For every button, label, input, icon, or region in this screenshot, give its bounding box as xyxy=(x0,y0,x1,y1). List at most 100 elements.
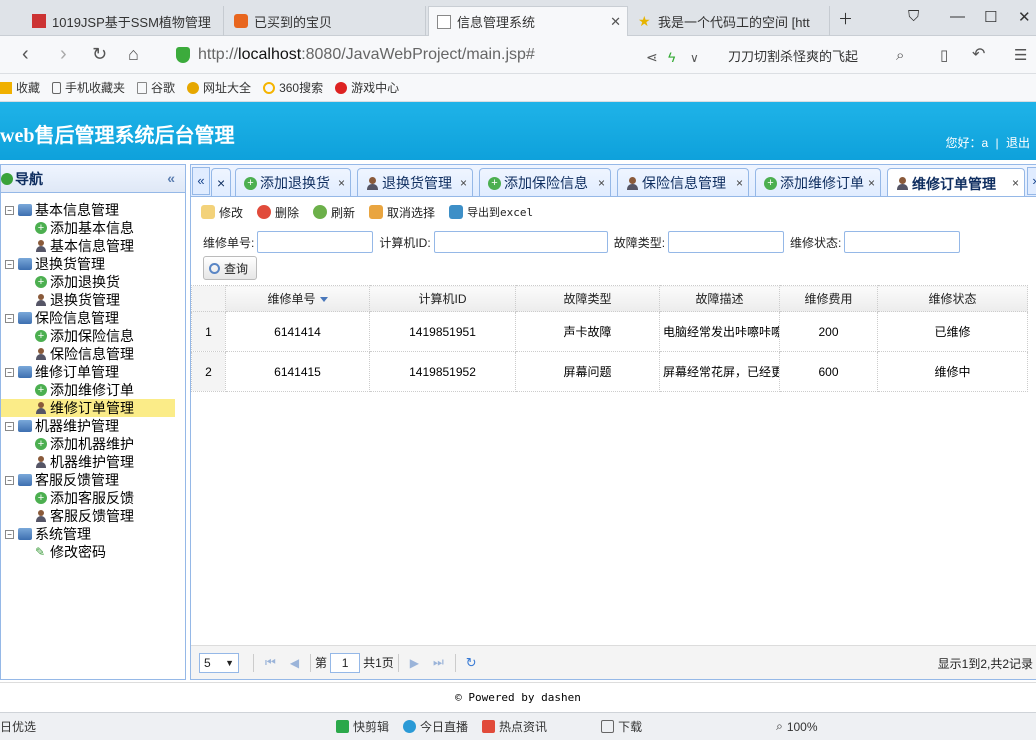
collapse-toggle-icon[interactable]: − xyxy=(5,313,14,323)
order-no-input[interactable] xyxy=(257,231,374,253)
table-row[interactable]: 1 6141414 1419851951 声卡故障 电脑经常发出咔嚓咔嚓的 20… xyxy=(191,311,1028,352)
cancel-select-button[interactable]: 取消选择 xyxy=(369,204,435,221)
undo-icon[interactable]: ↶ xyxy=(972,45,985,65)
browser-tab-2[interactable]: 已买到的宝贝 xyxy=(226,6,426,36)
minimize-icon[interactable]: — xyxy=(950,8,965,25)
menu-icon[interactable]: ☰ xyxy=(1014,46,1027,66)
collapse-toggle-icon[interactable]: − xyxy=(5,475,14,485)
refresh-icon[interactable]: ↻ xyxy=(466,655,477,671)
collapse-toggle-icon[interactable]: − xyxy=(5,205,14,215)
home-icon[interactable]: ⌂ xyxy=(128,44,139,64)
sidebar-item[interactable]: 保险信息管理 xyxy=(1,345,185,363)
close-tab-icon[interactable]: × xyxy=(1012,176,1019,190)
bookmark-mobile[interactable]: 手机收藏夹 xyxy=(52,79,125,96)
sidebar-item[interactable]: + 添加机器维护 xyxy=(1,435,185,453)
bookmark-hao[interactable]: 网址大全 xyxy=(187,79,251,96)
tab-scroll-right-icon[interactable]: » xyxy=(1027,167,1036,195)
table-row[interactable]: 2 6141415 1419851952 屏幕问题 屏幕经常花屏，已经更换 60… xyxy=(191,351,1028,392)
fault-type-input[interactable] xyxy=(668,231,785,253)
close-tab-icon[interactable]: × xyxy=(868,176,875,190)
phone-icon[interactable]: ▯ xyxy=(940,46,948,66)
last-page-icon[interactable]: ⏭ xyxy=(433,655,444,670)
bookmark-favorites[interactable]: 收藏 xyxy=(0,79,40,96)
search-input[interactable]: 刀刀切割杀怪爽的飞起 xyxy=(720,43,920,67)
sidebar-item[interactable]: + 添加客服反馈 xyxy=(1,489,185,507)
query-button[interactable]: 查询 xyxy=(203,256,257,280)
new-tab-icon[interactable]: ＋ xyxy=(838,8,853,29)
first-page-icon[interactable]: ⏮ xyxy=(265,655,276,670)
sidebar-item[interactable]: + 添加保险信息 xyxy=(1,327,185,345)
col-fault-type[interactable]: 故障类型 xyxy=(515,285,660,312)
shirt-icon[interactable]: ⛉ xyxy=(908,8,919,25)
bookmark-games[interactable]: 游戏中心 xyxy=(335,79,399,96)
content-tab[interactable]: + 添加保险信息 × xyxy=(479,168,611,196)
forward-icon[interactable]: › xyxy=(60,44,67,64)
sidebar-group[interactable]: − 基本信息管理 xyxy=(1,201,185,219)
content-tab[interactable]: 维修订单管理 × xyxy=(887,168,1025,196)
next-page-icon[interactable]: ▶ xyxy=(410,656,419,670)
sidebar-group[interactable]: − 保险信息管理 xyxy=(1,309,185,327)
search-icon[interactable]: ⌕ xyxy=(896,46,904,66)
bookmark-360[interactable]: 360搜索 xyxy=(263,79,323,96)
tab-scroll-left-icon[interactable]: « xyxy=(192,167,210,195)
sidebar-item[interactable]: 维修订单管理 xyxy=(1,399,175,417)
lightning-icon[interactable]: ϟ xyxy=(668,47,675,67)
logout-link[interactable]: 退出 xyxy=(1006,136,1030,150)
sidebar-item[interactable]: + 添加退换货 xyxy=(1,273,185,291)
share-icon[interactable]: ⋖ xyxy=(646,47,658,67)
status-input[interactable] xyxy=(844,231,961,253)
collapse-icon[interactable]: « xyxy=(167,170,175,186)
back-icon[interactable]: ‹ xyxy=(22,44,29,64)
sidebar-group[interactable]: − 退换货管理 xyxy=(1,255,185,273)
col-status[interactable]: 维修状态 xyxy=(877,285,1028,312)
col-order-no[interactable]: 维修单号 xyxy=(225,285,370,312)
sidebar-group[interactable]: − 机器维护管理 xyxy=(1,417,185,435)
status-item[interactable]: 快剪辑 xyxy=(336,718,389,735)
maximize-icon[interactable]: ☐ xyxy=(984,8,997,26)
sidebar-item[interactable]: ✎ 修改密码 xyxy=(1,543,185,561)
collapse-toggle-icon[interactable]: − xyxy=(5,421,14,431)
sidebar-item[interactable]: 机器维护管理 xyxy=(1,453,185,471)
close-window-icon[interactable]: ✕ xyxy=(1018,8,1031,26)
close-tab-icon[interactable]: × xyxy=(598,176,605,190)
close-tab-icon[interactable]: × xyxy=(338,176,345,190)
export-excel-button[interactable]: 导出到excel xyxy=(449,204,533,220)
edit-button[interactable]: 修改 xyxy=(201,204,243,221)
tab-close-icon[interactable]: × xyxy=(211,168,231,196)
sidebar-item[interactable]: 基本信息管理 xyxy=(1,237,185,255)
url-field[interactable]: http://localhost:8080/JavaWebProject/mai… xyxy=(170,42,635,68)
refresh-button[interactable]: 刷新 xyxy=(313,204,355,221)
collapse-toggle-icon[interactable]: − xyxy=(5,367,14,377)
sidebar-group[interactable]: − 系统管理 xyxy=(1,525,185,543)
prev-page-icon[interactable]: ◀ xyxy=(290,656,299,670)
page-size-select[interactable]: 5 ▼ xyxy=(199,652,239,673)
delete-button[interactable]: 删除 xyxy=(257,204,299,221)
chevron-down-icon[interactable]: ∨ xyxy=(690,48,699,68)
status-item[interactable]: 今日直播 xyxy=(403,718,468,735)
page-number-input[interactable]: 1 xyxy=(330,652,361,673)
sidebar-item[interactable]: 退换货管理 xyxy=(1,291,185,309)
collapse-toggle-icon[interactable]: − xyxy=(5,259,14,269)
collapse-toggle-icon[interactable]: − xyxy=(5,529,14,539)
content-tab[interactable]: 退换货管理 × xyxy=(357,168,473,196)
sidebar-item[interactable]: 客服反馈管理 xyxy=(1,507,185,525)
reload-icon[interactable]: ↻ xyxy=(92,44,107,64)
computer-id-input[interactable] xyxy=(433,231,608,253)
sidebar-item[interactable]: + 添加维修订单 xyxy=(1,381,185,399)
status-item[interactable]: 日优选 xyxy=(0,718,36,735)
content-tab[interactable]: + 添加退换货 × xyxy=(235,168,351,196)
browser-tab-3[interactable]: 信息管理系统 ✕ xyxy=(428,6,628,36)
close-tab-icon[interactable]: ✕ xyxy=(610,14,621,30)
close-tab-icon[interactable]: × xyxy=(736,176,743,190)
browser-tab-1[interactable]: 1019JSP基于SSM植物管理 xyxy=(24,6,224,36)
bookmark-google[interactable]: 谷歌 xyxy=(137,79,175,96)
col-cost[interactable]: 维修费用 xyxy=(779,285,878,312)
col-computer-id[interactable]: 计算机ID xyxy=(369,285,516,312)
content-tab[interactable]: + 添加维修订单 × xyxy=(755,168,881,196)
status-item[interactable]: 热点资讯 xyxy=(482,718,547,735)
content-tab[interactable]: 保险信息管理 × xyxy=(617,168,749,196)
browser-tab-4[interactable]: ★ 我是一个代码工的空间 [htt xyxy=(630,6,830,36)
sidebar-group[interactable]: − 客服反馈管理 xyxy=(1,471,185,489)
close-tab-icon[interactable]: × xyxy=(460,176,467,190)
sidebar-group[interactable]: − 维修订单管理 xyxy=(1,363,185,381)
